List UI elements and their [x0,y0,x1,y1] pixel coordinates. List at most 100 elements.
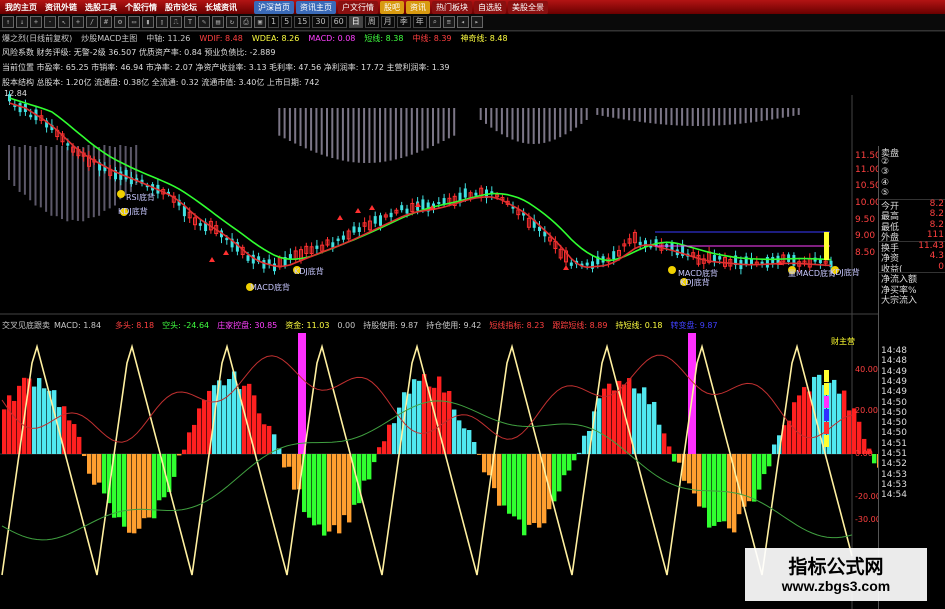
refresh-icon[interactable]: ↻ [226,16,238,28]
macd-bar-negative [157,454,162,501]
candle-body [352,226,356,233]
macd-bar-positive [247,383,252,454]
background-volume-bar [755,108,758,122]
save-icon[interactable]: ▣ [254,16,266,28]
macd-bar-negative [537,454,542,528]
macd-bar-negative [722,454,727,522]
background-volume-bar [66,147,69,222]
macd-bar-positive [257,413,262,454]
back-icon[interactable]: ◂ [456,16,469,28]
background-volume-bar [601,108,604,116]
macd-bar-positive [637,393,642,454]
layout-icon[interactable]: ▤ [212,16,224,28]
arrow-down-icon[interactable]: ↓ [16,16,28,28]
menu-tab[interactable]: 资讯 [406,0,430,14]
background-volume-bar [644,108,646,123]
period-button[interactable]: 30 [312,16,329,28]
menu-item[interactable]: 选股工具 [82,2,120,13]
macd-bar-negative [692,454,697,494]
list-icon[interactable]: ≡ [442,16,455,28]
macd-bar-negative [672,454,677,462]
macd-bar-negative [367,454,372,480]
candle-icon[interactable]: ▯ [156,16,168,28]
stock-chart-canvas[interactable]: 11.5011.0010.5010.009.509.008.50RSI底背KDJ… [0,0,945,609]
candle-body [400,205,404,211]
menu-item[interactable]: 我的主页 [2,2,40,13]
quote-label: ⑤ [881,188,890,198]
background-volume-bar [310,108,313,151]
macd-bar-positive [2,409,7,454]
period-button[interactable]: 季 [396,16,411,28]
period-button[interactable]: 年 [412,16,427,28]
menu-tab[interactable]: 资讯主页 [296,0,336,14]
menu-item[interactable]: 资讯外链 [42,2,80,13]
menu-item[interactable]: 股市论坛 [162,2,200,13]
macd-bar-negative [292,454,297,490]
macd-bar-negative [307,454,312,518]
macd-bar-negative [562,454,567,476]
ruler-icon[interactable]: ⎍ [170,16,182,28]
period-button[interactable]: 1 [268,16,280,28]
menu-item[interactable]: 长城资讯 [202,2,240,13]
share-structure-line: 股本结构 总股本: 1.20亿 流通盘: 0.38亿 全流通: 0.32 流通市… [2,78,320,87]
macd-bar-positive [227,379,232,454]
candle-body [638,241,642,245]
grid-icon[interactable]: # [100,16,112,28]
background-volume-bar [288,108,291,141]
background-volume-bar [331,108,334,159]
candle-body [288,254,292,259]
menu-tab[interactable]: 热门板块 [432,0,472,14]
arrow-up-icon[interactable]: ↑ [2,16,14,28]
crosshair-icon[interactable]: + [72,16,84,28]
period-button[interactable]: 月 [380,16,395,28]
cursor-icon[interactable]: ↖ [58,16,70,28]
menu-tab[interactable]: 美股全景 [508,0,548,14]
macd-bar-positive [842,390,847,454]
macd-bar-negative [147,454,152,518]
tick-time: 14:48 [881,346,907,356]
search-icon[interactable]: ⌕ [428,16,441,28]
forward-icon[interactable]: ▸ [470,16,483,28]
macd-bar-positive [802,387,807,454]
buy-arrow-icon [337,215,343,220]
signal-stack-block [824,396,829,408]
print-icon[interactable]: ⎙ [240,16,252,28]
background-volume-bar [707,108,710,126]
menu-tab[interactable]: 户文行情 [338,0,378,14]
candle-body [389,212,393,218]
menu-tab[interactable]: 沪深首页 [254,0,294,14]
macd-bar-positive [422,374,427,454]
menu-item[interactable]: 个股行情 [122,2,160,13]
zoom-out-icon[interactable]: - [44,16,56,28]
indicator-value: 中线: 8.39 [412,34,452,43]
settings-icon[interactable]: ⚙ [114,16,126,28]
macd-bar-negative [82,454,87,457]
background-volume-bar [506,108,509,138]
candle-body [331,242,335,248]
bar-icon[interactable]: ▮ [142,16,154,28]
quote-label: 大宗流入 [881,296,918,306]
period-button[interactable]: 日 [348,16,363,28]
site-watermark: 指标公式网 www.zbgs3.com [745,548,927,601]
macd-bar-negative [312,454,317,526]
buy-arrow-icon [415,202,421,207]
period-button[interactable]: 15 [294,16,311,28]
period-button[interactable]: 60 [330,16,347,28]
zoom-in-icon[interactable]: + [30,16,42,28]
macd-bar-negative [502,454,507,506]
period-button[interactable]: 5 [281,16,293,28]
background-volume-bar [686,108,689,126]
menu-tab[interactable]: 自选股 [474,0,506,14]
draw-icon[interactable]: ✎ [198,16,210,28]
menu-tab[interactable]: 股吧 [380,0,404,14]
macd-bar-negative [767,454,772,467]
background-volume-bar [649,108,652,124]
line-icon[interactable]: / [86,16,98,28]
text-icon[interactable]: T [184,16,196,28]
period-button[interactable]: 周 [364,16,379,28]
background-volume-bar [553,108,556,140]
background-volume-bar [500,108,503,135]
background-volume-bar [389,108,392,161]
signal-stack-block [824,370,829,382]
window-icon[interactable]: ▭ [128,16,140,28]
